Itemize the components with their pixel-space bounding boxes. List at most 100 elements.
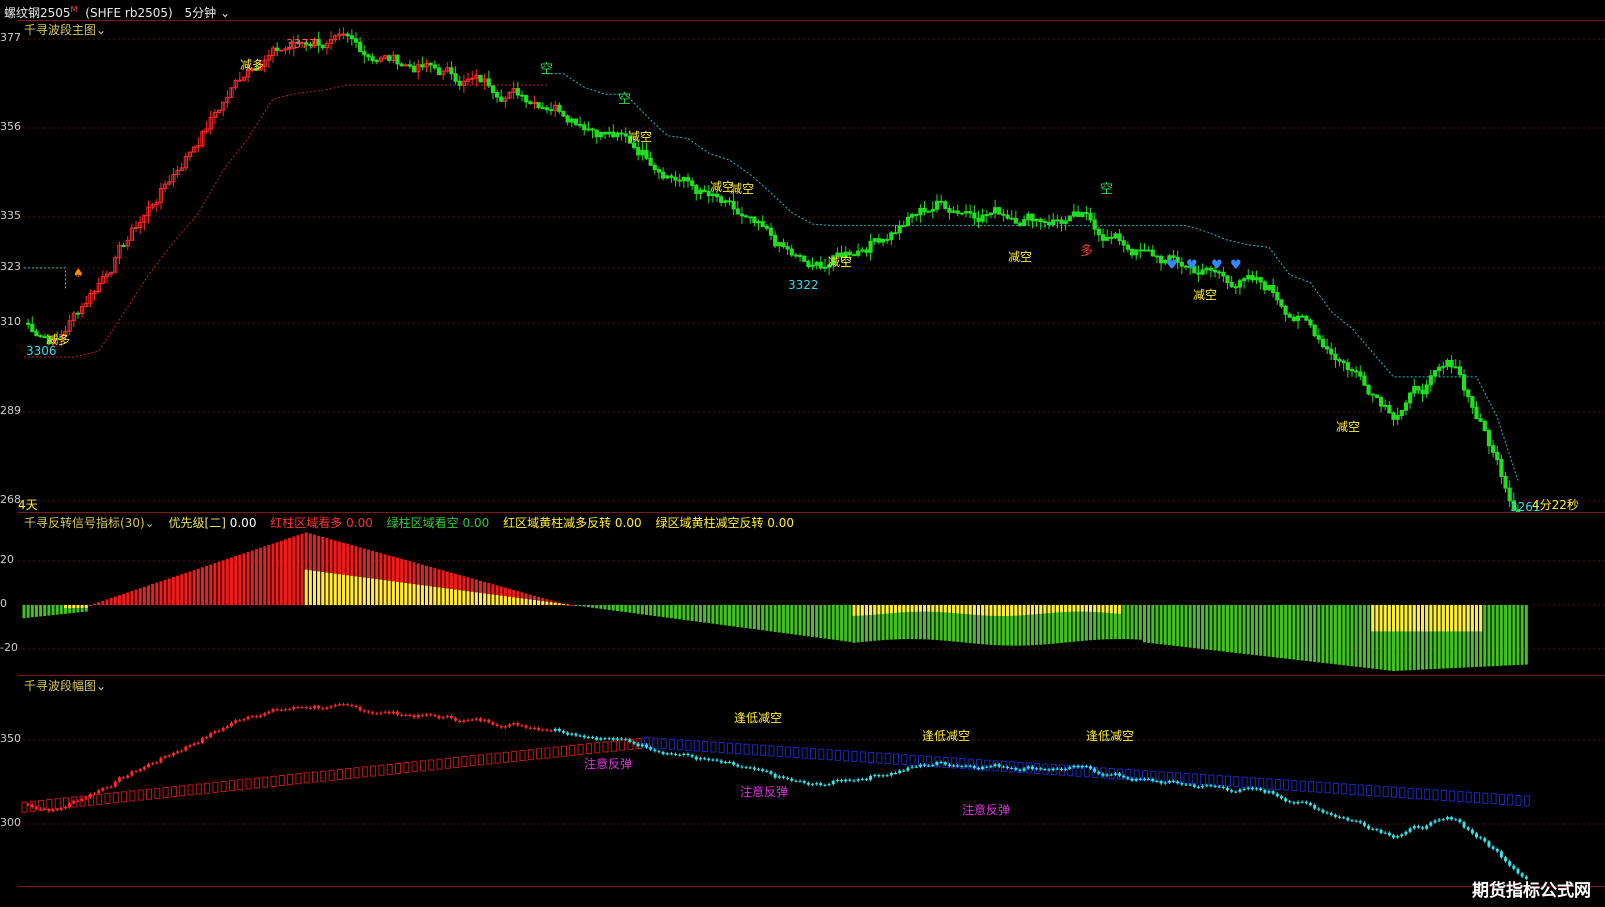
candle-body [739,213,745,217]
candle-body [1146,249,1151,252]
osc-bar [192,570,196,605]
short-signal: 空 [1100,182,1113,197]
range-candle-body [1466,827,1470,830]
candle-body [1059,219,1064,224]
range-candle-body [906,767,910,771]
osc-yellow-bar [503,596,507,605]
osc-bar [1205,605,1209,650]
period-selector[interactable]: 5分钟 ⌄ [181,6,231,20]
osc-bar [1279,605,1283,659]
range-candle-body [1201,785,1205,788]
osc-bar [732,605,736,627]
candle-body [420,64,425,68]
range-candle-body [1143,778,1146,780]
main-chart-canvas[interactable]: 33773306332232614天 4分22秒减多减多减空减空减空减空 减空减空减… [18,21,1605,540]
candle-body [569,118,574,123]
osc-yellow-bar [981,605,985,616]
osc-yellow-bar [532,600,536,605]
range-candle-body [640,744,644,747]
osc-yellow-bar [860,605,864,616]
osc-bar [1317,605,1321,663]
range-chart-canvas[interactable]: 逢低减空逢低减空 逢低减空注意反弹注意反弹注意反弹 [18,676,1605,886]
candle-body [868,240,873,253]
range-candle-body [1018,769,1022,771]
range-panel-title[interactable]: 千寻波段幅图⌄ [24,677,106,694]
candle-body [1237,280,1243,288]
signal-indicator-panel[interactable] [18,512,1605,676]
candle-body [636,147,641,156]
candle-body [681,176,686,182]
band-cell [436,758,443,770]
osc-yellow-bar [487,594,491,605]
osc-yellow-bar [1076,605,1080,612]
osc-bar [819,605,823,638]
band-cell [1083,766,1090,778]
range-candle-body [757,769,761,771]
osc-yellow-bar [1383,605,1387,632]
osc-yellow-bar [80,605,84,608]
range-candle-body [495,724,499,727]
osc-bar [773,605,777,632]
osc-yellow-bar [1433,605,1437,632]
candle-body [561,110,566,117]
candle-body [1478,418,1483,422]
range-candle-body [1230,790,1234,792]
candle-body [515,88,520,96]
osc-yellow-bar [433,586,437,605]
band-cell [1349,783,1356,795]
osc-bar [242,553,246,605]
candle-body [387,55,392,61]
band-cell [1332,782,1339,794]
osc-bar [167,578,171,605]
candle-body [1283,305,1288,315]
osc-bar [736,605,740,627]
range-candle-body [831,780,835,785]
candle-body [876,238,881,243]
candle-body [934,200,940,210]
osc-bar [238,554,242,605]
osc-bar [30,605,34,618]
osc-bar [744,605,748,629]
signal-panel-title[interactable]: 千寻反转信号指标(30)⌄ 优先级[二] 0.00 红柱区域看多 0.00 绿柱… [24,514,794,531]
range-candle-body [985,766,989,768]
osc-bar [620,605,624,612]
osc-bar [275,542,279,605]
band-cell [693,740,700,752]
candle-body [316,39,321,46]
band-cell [768,745,775,757]
candle-body [1266,284,1272,291]
osc-yellow-bar [856,605,860,616]
osc-yellow-bar [1010,605,1014,616]
candle-body [1507,487,1512,502]
candle-body [358,41,363,53]
osc-yellow-bar [371,578,375,605]
range-candle-body [441,717,445,719]
range-candle-body [1275,793,1279,797]
instrument-name[interactable]: 螺纹钢2505 [4,6,71,20]
osc-yellow-bar [1093,605,1097,612]
osc-yellow-bar [508,596,512,605]
y-tick-label: 356 [0,120,21,133]
band-cell [469,755,476,767]
main-panel-title[interactable]: 千寻波段主图⌄ [24,21,106,38]
signal-indicator-canvas[interactable] [18,513,1605,676]
osc-bar [574,605,578,606]
osc-bar [1130,605,1134,640]
range-candle-body [786,777,790,779]
reduce-short-signal: 减空 [1336,420,1360,434]
osc-bar [835,605,839,641]
osc-yellow-bar [943,605,947,613]
osc-bar [645,605,648,615]
range-candle-body [1250,787,1254,790]
osc-bar [815,605,819,638]
band-cell [502,751,509,763]
candle-body [540,107,545,110]
range-panel[interactable]: 逢低减空 逢低减空 逢低减空 注意反弹 注意反弹 注意反弹 [18,675,1605,887]
band-cell [1432,789,1439,801]
range-candle-body [1192,784,1196,787]
candle-body [374,60,379,63]
main-chart-panel[interactable]: 3377 3306 3322 3261 4天 4分22秒 减多 减多 减空 减空 减空 减空 减空 减空减… [18,20,1605,540]
range-candle-body [1441,819,1445,821]
band-cell [1183,772,1190,784]
osc-yellow-bar [391,581,395,605]
